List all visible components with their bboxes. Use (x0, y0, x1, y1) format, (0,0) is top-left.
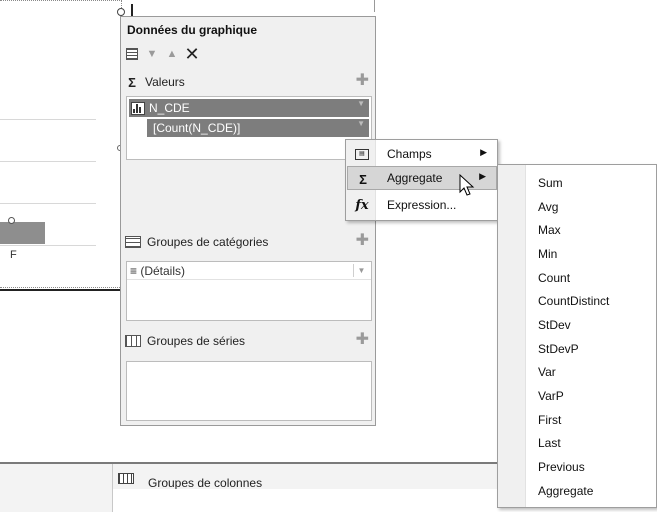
sigma-icon: Σ (128, 74, 136, 90)
submenu-item-last[interactable]: Last (538, 436, 561, 450)
arrow-down-icon: ▼ (146, 48, 158, 60)
submenu-item-avg[interactable]: Avg (538, 200, 558, 214)
properties-icon (126, 48, 138, 60)
column-groups-icon (118, 473, 134, 484)
value-field-item[interactable]: [Count(N_CDE)] ▼ (147, 119, 369, 137)
chart-data-panel: Données du graphique ▼ ▲ ✕ Σ Valeurs ✚ N… (120, 16, 376, 426)
submenu-item-max[interactable]: Max (538, 223, 561, 237)
submenu-item-varp[interactable]: VarP (538, 389, 564, 403)
submenu-item-previous[interactable]: Previous (538, 460, 585, 474)
divider (0, 289, 122, 291)
move-up-button[interactable]: ▲ (165, 47, 179, 61)
gridline (0, 203, 96, 204)
chart-bar[interactable] (0, 222, 45, 244)
delete-button[interactable]: ✕ (184, 44, 200, 64)
series-groups-header: Groupes de séries ✚ (125, 332, 371, 350)
values-list: N_CDE ▼ [Count(N_CDE)] ▼ (126, 96, 372, 160)
values-section-header: Σ Valeurs ✚ (125, 73, 371, 91)
category-groups-list: ≡ (Détails) ▼ (126, 261, 372, 321)
aggregate-submenu: Sum Avg Max Min Count CountDistinct StDe… (497, 164, 657, 508)
values-section-label: Valeurs (145, 75, 185, 89)
fields-icon: ▤ (353, 146, 371, 162)
add-series-button[interactable]: ✚ (356, 332, 369, 348)
resize-handle[interactable] (117, 8, 125, 16)
mouse-cursor-icon (459, 174, 475, 196)
gridline (0, 119, 96, 120)
menu-gutter (498, 165, 526, 507)
gridline (0, 161, 96, 162)
move-down-button[interactable]: ▼ (145, 47, 159, 61)
submenu-arrow-icon: ▶ (480, 147, 487, 157)
chevron-down-icon[interactable]: ▼ (353, 264, 369, 277)
value-series-item[interactable]: N_CDE ▼ (129, 99, 369, 117)
value-series-label: N_CDE (149, 101, 190, 115)
submenu-item-countdistinct[interactable]: CountDistinct (538, 294, 609, 308)
bar-selection-handle[interactable] (8, 217, 15, 224)
submenu-item-stdevp[interactable]: StDevP (538, 342, 579, 356)
add-value-button[interactable]: ✚ (356, 73, 369, 89)
category-groups-header: Groupes de catégories ✚ (125, 233, 371, 251)
category-groups-icon (125, 236, 141, 248)
value-field-label: [Count(N_CDE)] (153, 121, 241, 135)
chart-design-surface[interactable]: F (0, 0, 122, 288)
divider (131, 4, 133, 16)
panel-title: Données du graphique (127, 23, 258, 37)
series-groups-list[interactable] (126, 361, 372, 421)
delete-x-icon: ✕ (184, 44, 200, 64)
add-category-button[interactable]: ✚ (356, 233, 369, 249)
submenu-item-aggregate[interactable]: Aggregate (538, 484, 593, 498)
menu-item-label: Expression... (387, 198, 457, 212)
category-group-item[interactable]: ≡ (Détails) ▼ (127, 262, 371, 280)
bar-chart-icon (131, 101, 145, 115)
chevron-down-icon[interactable]: ▼ (357, 99, 365, 108)
properties-button[interactable] (125, 47, 139, 61)
menu-item-champs[interactable]: ▤ Champs ▶ (347, 142, 497, 166)
category-groups-label: Groupes de catégories (147, 235, 269, 249)
arrow-up-icon: ▲ (166, 48, 178, 60)
panel-toolbar: ▼ ▲ ✕ (125, 44, 200, 64)
gridline (0, 245, 96, 246)
submenu-arrow-icon: ▶ (479, 171, 486, 181)
chevron-down-icon[interactable]: ▼ (357, 119, 365, 128)
series-groups-label: Groupes de séries (147, 334, 246, 348)
divider (374, 0, 375, 12)
menu-item-label: Aggregate (387, 171, 443, 185)
column-groups-label: Groupes de colonnes (148, 476, 263, 490)
fx-icon: fx (355, 197, 369, 213)
submenu-item-first[interactable]: First (538, 413, 561, 427)
submenu-item-min[interactable]: Min (538, 247, 557, 261)
submenu-item-sum[interactable]: Sum (538, 176, 563, 190)
category-group-label: ≡ (Détails) (130, 263, 186, 278)
series-groups-icon (125, 335, 141, 347)
submenu-item-var[interactable]: Var (538, 365, 556, 379)
submenu-item-stdev[interactable]: StDev (538, 318, 571, 332)
submenu-item-count[interactable]: Count (538, 271, 570, 285)
sigma-icon: Σ (359, 171, 367, 187)
menu-item-label: Champs (387, 147, 432, 161)
axis-tick-label: F (10, 249, 17, 261)
